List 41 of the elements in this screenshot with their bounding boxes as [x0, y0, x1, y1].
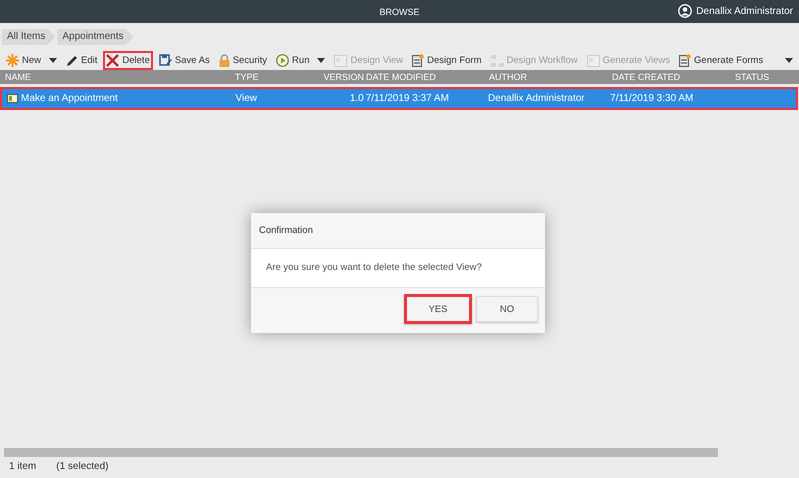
toolbar-button[interactable]: Edit: [63, 52, 100, 70]
status-text: (1 selected): [56, 461, 108, 472]
window-icon: [586, 54, 600, 66]
breadcrumb-item[interactable]: Appointments: [57, 29, 134, 45]
dialog-button[interactable]: YES: [404, 294, 472, 324]
overflow-caret-icon[interactable]: [785, 58, 793, 63]
caret-icon: [317, 58, 326, 63]
toolbar-button[interactable]: Run: [273, 51, 328, 70]
table-cell: 7/11/2019 3:30 AM: [610, 93, 694, 104]
toolbar-button[interactable]: Save As: [156, 51, 213, 70]
flowchart-icon: [490, 54, 504, 66]
table-cell: Make an Appointment: [21, 93, 118, 104]
document-icon: [679, 54, 692, 67]
padlock-icon: [218, 54, 230, 67]
table-cell: View: [236, 93, 258, 104]
table-cell: 1.0: [350, 93, 364, 104]
window-icon: [334, 54, 348, 66]
toolbar-button[interactable]: Design Form: [409, 51, 484, 70]
dialog-title: Confirmation: [251, 213, 545, 249]
caret-icon: [49, 58, 58, 63]
page-title: BROWSE: [379, 6, 420, 16]
table-cell: Denallix Administrator: [488, 93, 585, 104]
floppy-pencil-icon: [158, 54, 172, 67]
user-menu[interactable]: Denallix Administrator: [678, 4, 793, 18]
close-icon: [106, 54, 120, 67]
user-icon: [678, 4, 692, 18]
horizontal-scrollbar[interactable]: [4, 448, 718, 457]
document-icon: [412, 54, 424, 67]
status-text: 1 item: [9, 461, 36, 472]
toolbar-button[interactable]: Generate Forms: [676, 51, 766, 70]
table-cell: 7/11/2019 3:37 AM: [366, 93, 449, 104]
sparkle-icon: [6, 54, 19, 67]
table-row[interactable]: Make an Appointment View 1.0 7/11/2019 3:37 AM Denallix Administrator 7/11/2019 3:30 AM: [0, 87, 798, 110]
pencil-icon: [66, 54, 78, 66]
dialog-button[interactable]: NO: [476, 296, 538, 322]
breadcrumb-item[interactable]: All Items: [2, 29, 56, 45]
toolbar-button[interactable]: Security: [216, 51, 270, 70]
toolbar-button[interactable]: New: [3, 51, 60, 70]
play-icon: [276, 54, 290, 67]
toolbar-button[interactable]: Delete: [103, 51, 153, 70]
view-icon: [7, 94, 18, 103]
